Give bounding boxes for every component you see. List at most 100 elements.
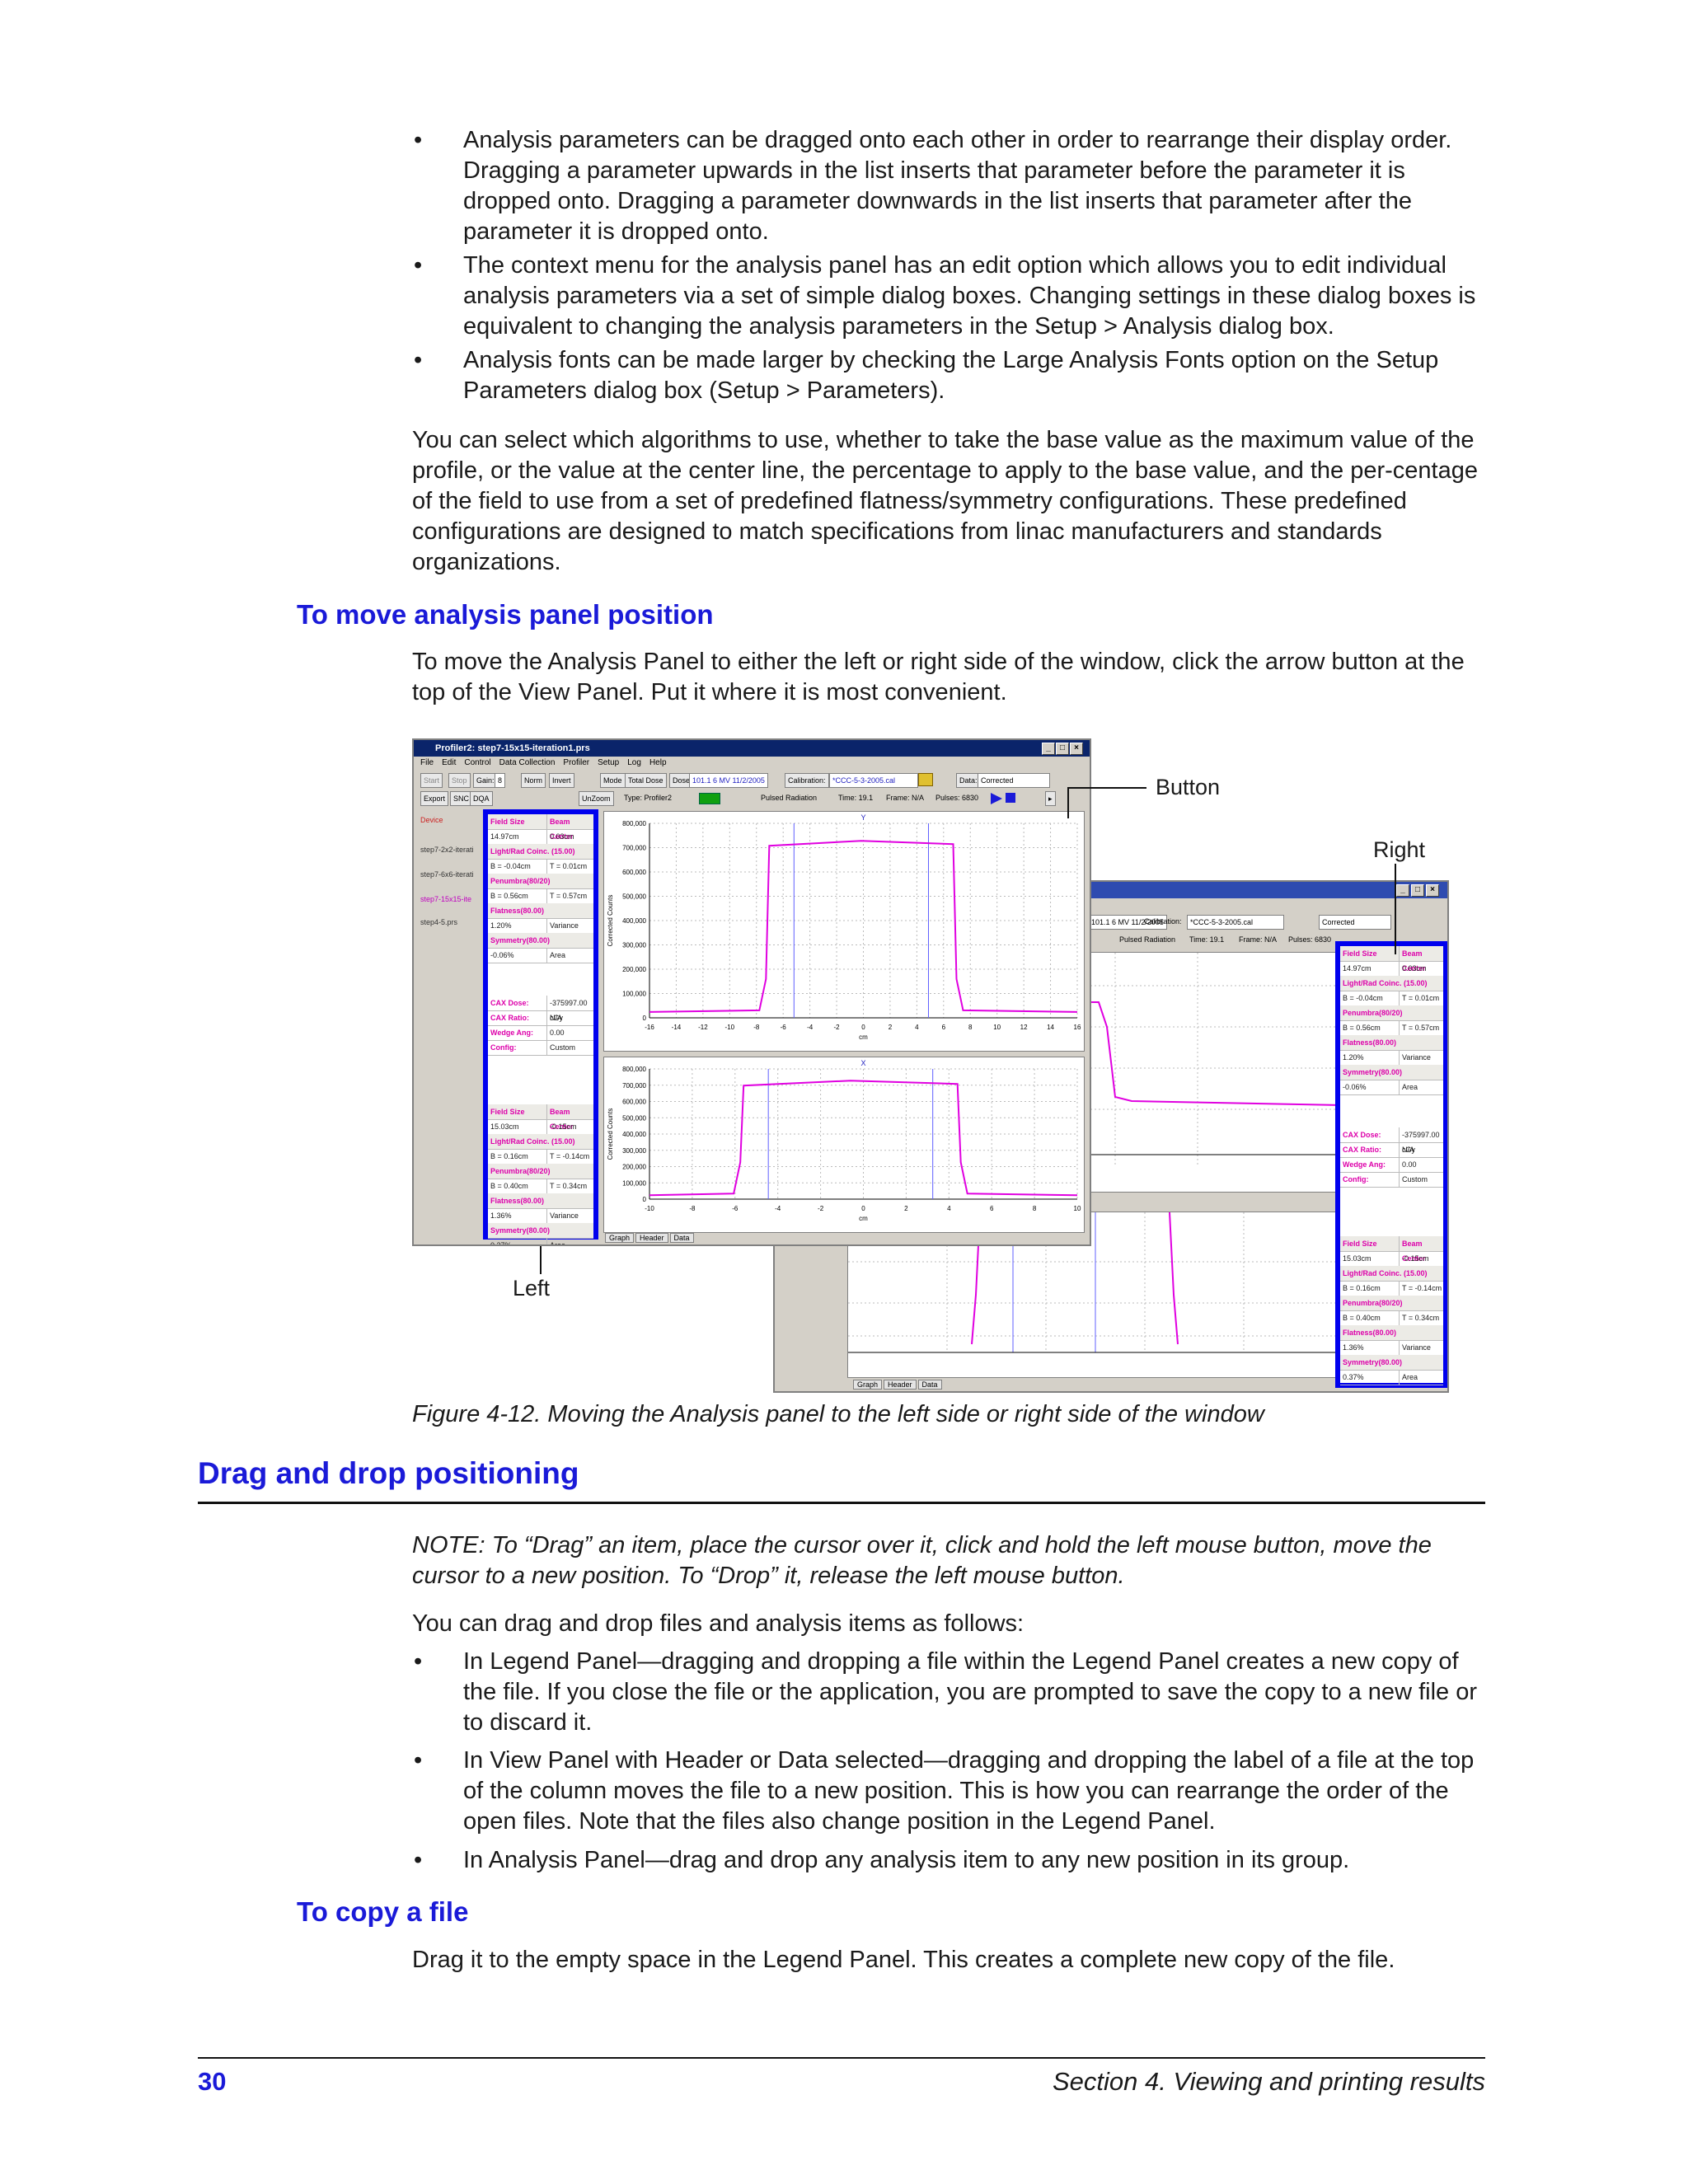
analysis-value[interactable]: 0.37% Area bbox=[1340, 1370, 1443, 1385]
analysis-value[interactable]: 14.97cm 0.03cm bbox=[1340, 961, 1443, 977]
tab-header[interactable]: Header bbox=[635, 1233, 668, 1243]
move-analysis-panel-arrow-button[interactable]: ▸ bbox=[1045, 791, 1056, 806]
menu-data-collection[interactable]: Data Collection bbox=[499, 758, 556, 767]
data-select[interactable]: Corrected bbox=[1319, 915, 1391, 930]
menu-control[interactable]: Control bbox=[464, 758, 490, 767]
analysis-header[interactable]: Light/Rad Coinc. (15.00) bbox=[1340, 976, 1443, 991]
analysis-header[interactable]: Field Size Beam Center bbox=[1340, 1236, 1443, 1263]
unzoom-button[interactable]: UnZoom bbox=[579, 791, 614, 806]
analysis-value[interactable]: B = 0.40cm T = 0.34cm bbox=[1340, 1310, 1443, 1326]
analysis-header[interactable]: Field Size Beam Center bbox=[1340, 946, 1443, 972]
dose-select[interactable]: 101.1 6 MV 11/2/2005 bbox=[689, 773, 768, 788]
analysis-header[interactable]: Field Size Beam Center bbox=[488, 1104, 593, 1131]
analysis-header[interactable]: Flatness(80.00) bbox=[488, 1193, 593, 1209]
analysis-value[interactable]: B = -0.04cm T = 0.01cm bbox=[488, 859, 593, 874]
snc-button[interactable]: SNC bbox=[450, 791, 473, 806]
legend-item-file[interactable]: step7-15x15-ite bbox=[420, 892, 471, 907]
analysis-header[interactable]: Light/Rad Coinc. (15.00) bbox=[488, 844, 593, 860]
analysis-value[interactable]: B = 0.16cm T = -0.14cm bbox=[1340, 1281, 1443, 1296]
analysis-header[interactable]: Symmetry(80.00) bbox=[488, 933, 593, 949]
legend-item-file[interactable]: step7-2x2-iterati bbox=[420, 842, 474, 857]
close-icon[interactable]: × bbox=[1070, 743, 1083, 755]
calibration-select[interactable]: *CCC-5-3-2005.cal bbox=[1187, 915, 1284, 930]
calibration-select[interactable]: *CCC-5-3-2005.cal bbox=[829, 773, 918, 788]
analysis-value[interactable]: 15.03cm -0.15cm bbox=[1340, 1251, 1443, 1267]
legend-item-file[interactable]: step7-6x6-iterati bbox=[420, 867, 474, 882]
y-tick-label: 400,000 bbox=[622, 1131, 646, 1138]
analysis-cax-row[interactable]: CAX Dose: -375997.00 cGy bbox=[1340, 1127, 1443, 1154]
note-drag: NOTE: To “Drag” an item, place the curso… bbox=[412, 1532, 1432, 1589]
menu-log[interactable]: Log bbox=[627, 758, 641, 767]
analysis-cax-row[interactable]: Config: Custom bbox=[1340, 1172, 1443, 1188]
analysis-value[interactable]: 1.20% Variance bbox=[488, 918, 593, 934]
analysis-header[interactable]: Light/Rad Coinc. (15.00) bbox=[1340, 1266, 1443, 1282]
mode-select[interactable]: Total Dose bbox=[625, 773, 667, 788]
menu-edit[interactable]: Edit bbox=[442, 758, 456, 767]
open-folder-icon[interactable] bbox=[918, 773, 933, 786]
menu-help[interactable]: Help bbox=[649, 758, 667, 767]
analysis-cax-row[interactable]: Wedge Ang: 0.00 bbox=[488, 1025, 593, 1041]
analysis-cax-row[interactable]: Config: Custom bbox=[488, 1040, 593, 1056]
analysis-header[interactable]: Penumbra(80/20) bbox=[488, 1164, 593, 1179]
maximize-icon[interactable]: □ bbox=[1056, 743, 1069, 755]
analysis-value[interactable]: -0.06% Area bbox=[488, 948, 593, 963]
x-tick-label: 10 bbox=[1074, 1205, 1081, 1212]
tab-data[interactable]: Data bbox=[669, 1233, 694, 1243]
analysis-value[interactable]: 14.97cm 0.03cm bbox=[488, 829, 593, 845]
analysis-value[interactable]: -0.06% Area bbox=[1340, 1080, 1443, 1095]
analysis-value[interactable]: B = 0.40cm T = 0.34cm bbox=[488, 1179, 593, 1194]
analysis-cax-row[interactable]: Wedge Ang: 0.00 bbox=[1340, 1157, 1443, 1173]
analysis-header[interactable]: Penumbra(80/20) bbox=[1340, 1005, 1443, 1021]
analysis-header[interactable]: Penumbra(80/20) bbox=[1340, 1296, 1443, 1311]
view-tabs: Graph Header Data bbox=[605, 1233, 696, 1243]
legend-panel[interactable]: Device step7-2x2-iterati step7-6x6-itera… bbox=[417, 809, 478, 1238]
analysis-header[interactable]: Flatness(80.00) bbox=[1340, 1325, 1443, 1341]
analysis-value[interactable]: 15.03cm -0.15cm bbox=[488, 1119, 593, 1135]
analysis-cax-row[interactable]: CAX Ratio: N/A bbox=[488, 1010, 593, 1026]
y-tick-label: 700,000 bbox=[622, 845, 646, 852]
tab-graph[interactable]: Graph bbox=[605, 1233, 635, 1243]
tab-data[interactable]: Data bbox=[917, 1380, 942, 1390]
analysis-header[interactable]: Symmetry(80.00) bbox=[1340, 1355, 1443, 1371]
norm-button[interactable]: Norm bbox=[521, 773, 546, 788]
gain-select[interactable]: 8 bbox=[495, 773, 506, 788]
analysis-header[interactable]: Symmetry(80.00) bbox=[488, 1223, 593, 1239]
analysis-value[interactable]: 1.36% Variance bbox=[1340, 1340, 1443, 1356]
analysis-value[interactable]: 1.20% Variance bbox=[1340, 1050, 1443, 1066]
dqa-button[interactable]: DQA bbox=[470, 791, 493, 806]
minimize-icon[interactable]: _ bbox=[1042, 743, 1055, 755]
analysis-value[interactable]: B = 0.56cm T = 0.57cm bbox=[488, 888, 593, 904]
analysis-header[interactable]: Light/Rad Coinc. (15.00) bbox=[488, 1134, 593, 1150]
legend-item-file[interactable]: step4-5.prs bbox=[420, 915, 457, 930]
analysis-value[interactable]: 0.37% Area bbox=[488, 1238, 593, 1244]
tab-header[interactable]: Header bbox=[884, 1380, 917, 1390]
graph-x[interactable]: X 800,000 700,000 600,000 500,000 400,000 300,… bbox=[603, 1057, 1085, 1233]
analysis-header[interactable]: Symmetry(80.00) bbox=[1340, 1065, 1443, 1080]
analysis-header[interactable]: Penumbra(80/20) bbox=[488, 874, 593, 889]
menu-setup[interactable]: Setup bbox=[598, 758, 619, 767]
analysis-panel-left[interactable]: Field Size Beam Center 14.97cm 0.03cm Light/… bbox=[483, 809, 598, 1244]
analysis-value[interactable]: 1.36% Variance bbox=[488, 1208, 593, 1224]
graph-y[interactable]: Y 800,000 700,000 600,000 500,000 400,000 300,… bbox=[603, 811, 1085, 1052]
analysis-cax-row[interactable]: CAX Dose: -375997.00 cGy bbox=[488, 996, 593, 1022]
stop-square-icon[interactable] bbox=[1006, 793, 1015, 803]
legend-item-device[interactable]: Device bbox=[420, 813, 443, 827]
invert-button[interactable]: Invert bbox=[549, 773, 574, 788]
start-button[interactable]: Start bbox=[420, 773, 443, 788]
tab-graph[interactable]: Graph bbox=[853, 1380, 883, 1390]
analysis-value[interactable]: B = -0.04cm T = 0.01cm bbox=[1340, 991, 1443, 1006]
analysis-value[interactable]: B = 0.56cm T = 0.57cm bbox=[1340, 1020, 1443, 1036]
stop-button[interactable]: Stop bbox=[448, 773, 471, 788]
analysis-header[interactable]: Flatness(80.00) bbox=[1340, 1035, 1443, 1051]
analysis-header[interactable]: Flatness(80.00) bbox=[488, 903, 593, 919]
menu-profiler[interactable]: Profiler bbox=[563, 758, 589, 767]
analysis-cax-row[interactable]: CAX Ratio: N/A bbox=[1340, 1142, 1443, 1158]
analysis-panel-right[interactable]: Field Size Beam Center 14.97cm 0.03cm Light/… bbox=[1335, 941, 1447, 1388]
analysis-header[interactable]: Field Size Beam Center bbox=[488, 814, 593, 841]
y-tick-label: 600,000 bbox=[622, 1099, 646, 1106]
analysis-value[interactable]: B = 0.16cm T = -0.14cm bbox=[488, 1149, 593, 1165]
export-button[interactable]: Export bbox=[420, 791, 449, 806]
play-icon[interactable] bbox=[991, 793, 1002, 804]
menu-file[interactable]: File bbox=[420, 758, 434, 767]
data-select[interactable]: Corrected bbox=[978, 773, 1050, 788]
